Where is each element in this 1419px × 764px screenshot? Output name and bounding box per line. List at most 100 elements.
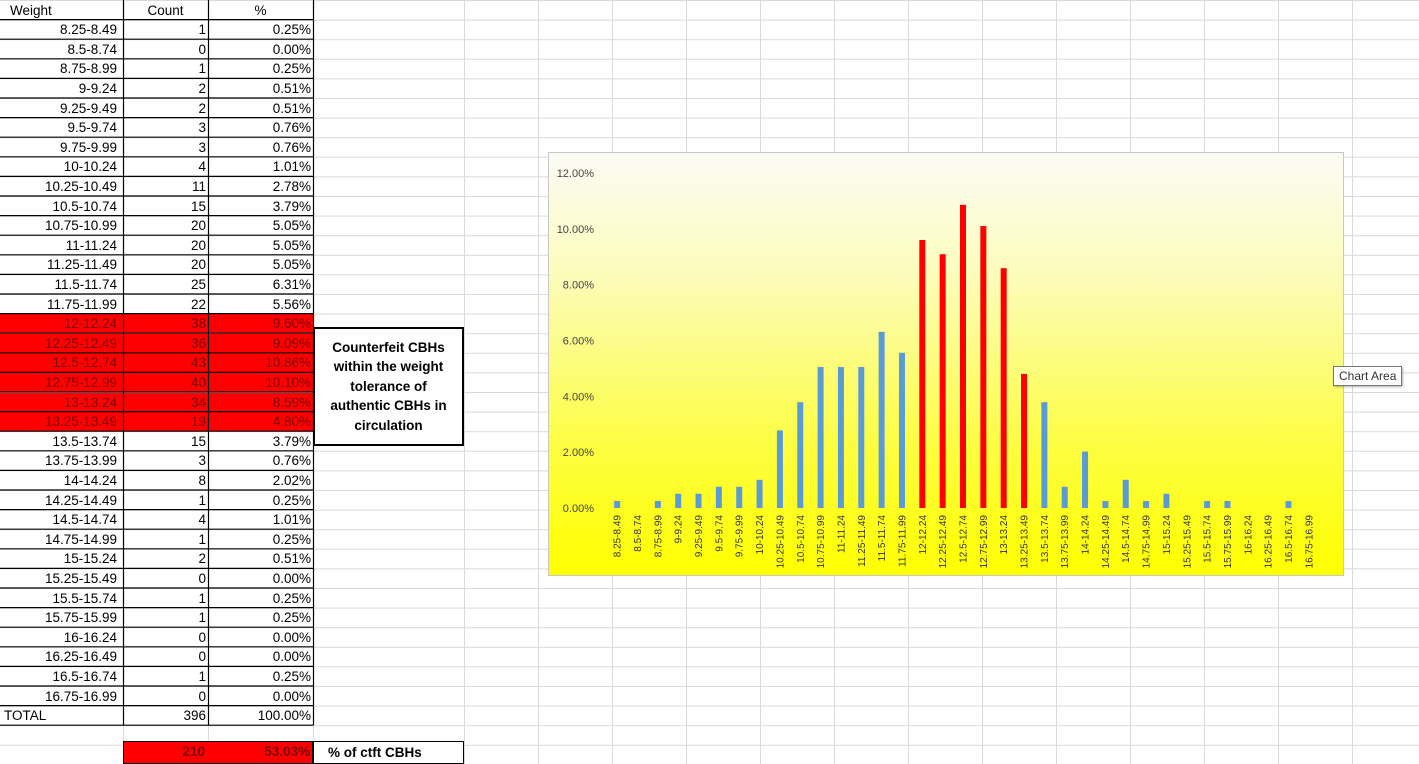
weight-cell[interactable]: 14.5-14.74: [0, 510, 123, 529]
percent-cell[interactable]: 5.05%: [208, 236, 313, 255]
weight-cell[interactable]: 8.5-8.74: [0, 40, 123, 59]
weight-cell[interactable]: 13.25-13.49: [0, 412, 123, 432]
count-cell[interactable]: 43: [123, 353, 208, 373]
percent-cell[interactable]: 0.51%: [208, 79, 313, 98]
count-cell[interactable]: 2: [123, 99, 208, 118]
count-cell[interactable]: 3: [123, 138, 208, 157]
count-cell[interactable]: 0: [123, 647, 208, 666]
percent-cell[interactable]: 0.00%: [208, 40, 313, 59]
weight-cell[interactable]: 15.75-15.99: [0, 608, 123, 627]
percent-cell[interactable]: 0.76%: [208, 451, 313, 470]
count-cell[interactable]: 1: [123, 20, 208, 39]
weight-cell[interactable]: 12.25-12.49: [0, 333, 123, 353]
percent-cell[interactable]: 0.25%: [208, 20, 313, 39]
percent-cell[interactable]: 0.76%: [208, 138, 313, 157]
weight-cell[interactable]: 9-9.24: [0, 79, 123, 98]
count-cell[interactable]: 19: [123, 412, 208, 432]
count-cell[interactable]: 40: [123, 372, 208, 392]
count-cell[interactable]: 2: [123, 549, 208, 568]
count-cell[interactable]: 20: [123, 255, 208, 274]
weight-cell[interactable]: 8.75-8.99: [0, 59, 123, 78]
percent-cell[interactable]: 1.01%: [208, 510, 313, 529]
weight-cell[interactable]: 13-13.24: [0, 392, 123, 412]
percent-cell[interactable]: 100.00%: [208, 706, 313, 725]
weight-cell[interactable]: 15-15.24: [0, 549, 123, 568]
weight-cell[interactable]: 8.25-8.49: [0, 20, 123, 39]
count-cell[interactable]: Count: [123, 1, 208, 20]
weight-cell[interactable]: 13.5-13.74: [0, 432, 123, 451]
count-cell[interactable]: 11: [123, 177, 208, 196]
weight-cell[interactable]: 9.5-9.74: [0, 118, 123, 137]
percent-cell[interactable]: 8.59%: [208, 392, 313, 412]
count-cell[interactable]: 0: [123, 628, 208, 647]
weight-cell[interactable]: 15.25-15.49: [0, 569, 123, 588]
percent-cell[interactable]: 9.09%: [208, 333, 313, 353]
weight-cell[interactable]: 11.75-11.99: [0, 295, 123, 314]
count-cell[interactable]: 1: [123, 59, 208, 78]
count-cell[interactable]: 8: [123, 471, 208, 490]
weight-cell[interactable]: 11-11.24: [0, 236, 123, 255]
weight-cell[interactable]: 12-12.24: [0, 314, 123, 334]
count-cell[interactable]: 4: [123, 510, 208, 529]
count-cell[interactable]: 0: [123, 569, 208, 588]
percent-cell[interactable]: 2.78%: [208, 177, 313, 196]
weight-cell[interactable]: 14.75-14.99: [0, 530, 123, 549]
percent-cell[interactable]: 0.00%: [208, 647, 313, 666]
weight-cell[interactable]: 10.25-10.49: [0, 177, 123, 196]
percent-cell[interactable]: 0.51%: [208, 549, 313, 568]
weight-cell[interactable]: 14.25-14.49: [0, 491, 123, 510]
percent-cell[interactable]: %: [208, 1, 313, 20]
weight-cell[interactable]: 12.75-12.99: [0, 372, 123, 392]
count-cell[interactable]: 22: [123, 295, 208, 314]
count-cell[interactable]: 36: [123, 333, 208, 353]
weight-cell[interactable]: 10-10.24: [0, 157, 123, 176]
percent-cell[interactable]: 4.80%: [208, 412, 313, 432]
percent-cell[interactable]: 0.00%: [208, 687, 313, 706]
count-cell[interactable]: 15: [123, 197, 208, 216]
percent-cell[interactable]: 3.79%: [208, 432, 313, 451]
weight-cell[interactable]: 13.75-13.99: [0, 451, 123, 470]
count-cell[interactable]: 3: [123, 451, 208, 470]
counterfeit-annotation-box[interactable]: Counterfeit CBHs within the weight toler…: [313, 327, 464, 446]
percent-cell[interactable]: 0.00%: [208, 628, 313, 647]
weight-cell[interactable]: 9.25-9.49: [0, 99, 123, 118]
counterfeit-summary-cells[interactable]: 210 53.03%: [123, 741, 313, 764]
count-cell[interactable]: 20: [123, 236, 208, 255]
count-cell[interactable]: 1: [123, 608, 208, 627]
percent-cell[interactable]: 9.60%: [208, 314, 313, 334]
percent-cell[interactable]: 3.79%: [208, 197, 313, 216]
weight-histogram-chart[interactable]: 0.00% 2.00% 4.00% 6.00% 8.00% 10.00% 12.00% 8.2…: [548, 152, 1344, 576]
count-cell[interactable]: 25: [123, 275, 208, 294]
percent-cell[interactable]: 5.56%: [208, 295, 313, 314]
count-cell[interactable]: 34: [123, 392, 208, 412]
percent-cell[interactable]: 2.02%: [208, 471, 313, 490]
count-cell[interactable]: 20: [123, 216, 208, 235]
percent-cell[interactable]: 1.01%: [208, 157, 313, 176]
counterfeit-summary-label[interactable]: % of ctft CBHs: [313, 741, 464, 764]
percent-cell[interactable]: 10.10%: [208, 372, 313, 392]
weight-cell[interactable]: 10.5-10.74: [0, 197, 123, 216]
weight-cell[interactable]: 16.5-16.74: [0, 667, 123, 686]
percent-cell[interactable]: 5.05%: [208, 216, 313, 235]
percent-cell[interactable]: 0.51%: [208, 99, 313, 118]
count-cell[interactable]: 3: [123, 118, 208, 137]
count-cell[interactable]: 2: [123, 79, 208, 98]
weight-cell[interactable]: 12.5-12.74: [0, 353, 123, 373]
percent-cell[interactable]: 6.31%: [208, 275, 313, 294]
weight-cell[interactable]: 16-16.24: [0, 628, 123, 647]
percent-cell[interactable]: 0.25%: [208, 530, 313, 549]
weight-cell[interactable]: 9.75-9.99: [0, 138, 123, 157]
percent-cell[interactable]: 10.86%: [208, 353, 313, 373]
count-cell[interactable]: 1: [123, 589, 208, 608]
weight-cell[interactable]: Weight: [0, 1, 123, 20]
percent-cell[interactable]: 0.25%: [208, 59, 313, 78]
count-cell[interactable]: 0: [123, 40, 208, 59]
weight-cell[interactable]: 11.5-11.74: [0, 275, 123, 294]
count-cell[interactable]: 38: [123, 314, 208, 334]
count-cell[interactable]: 0: [123, 687, 208, 706]
count-cell[interactable]: 1: [123, 667, 208, 686]
weight-cell[interactable]: 10.75-10.99: [0, 216, 123, 235]
weight-cell[interactable]: 14-14.24: [0, 471, 123, 490]
weight-cell[interactable]: 15.5-15.74: [0, 589, 123, 608]
weight-cell[interactable]: 11.25-11.49: [0, 255, 123, 274]
